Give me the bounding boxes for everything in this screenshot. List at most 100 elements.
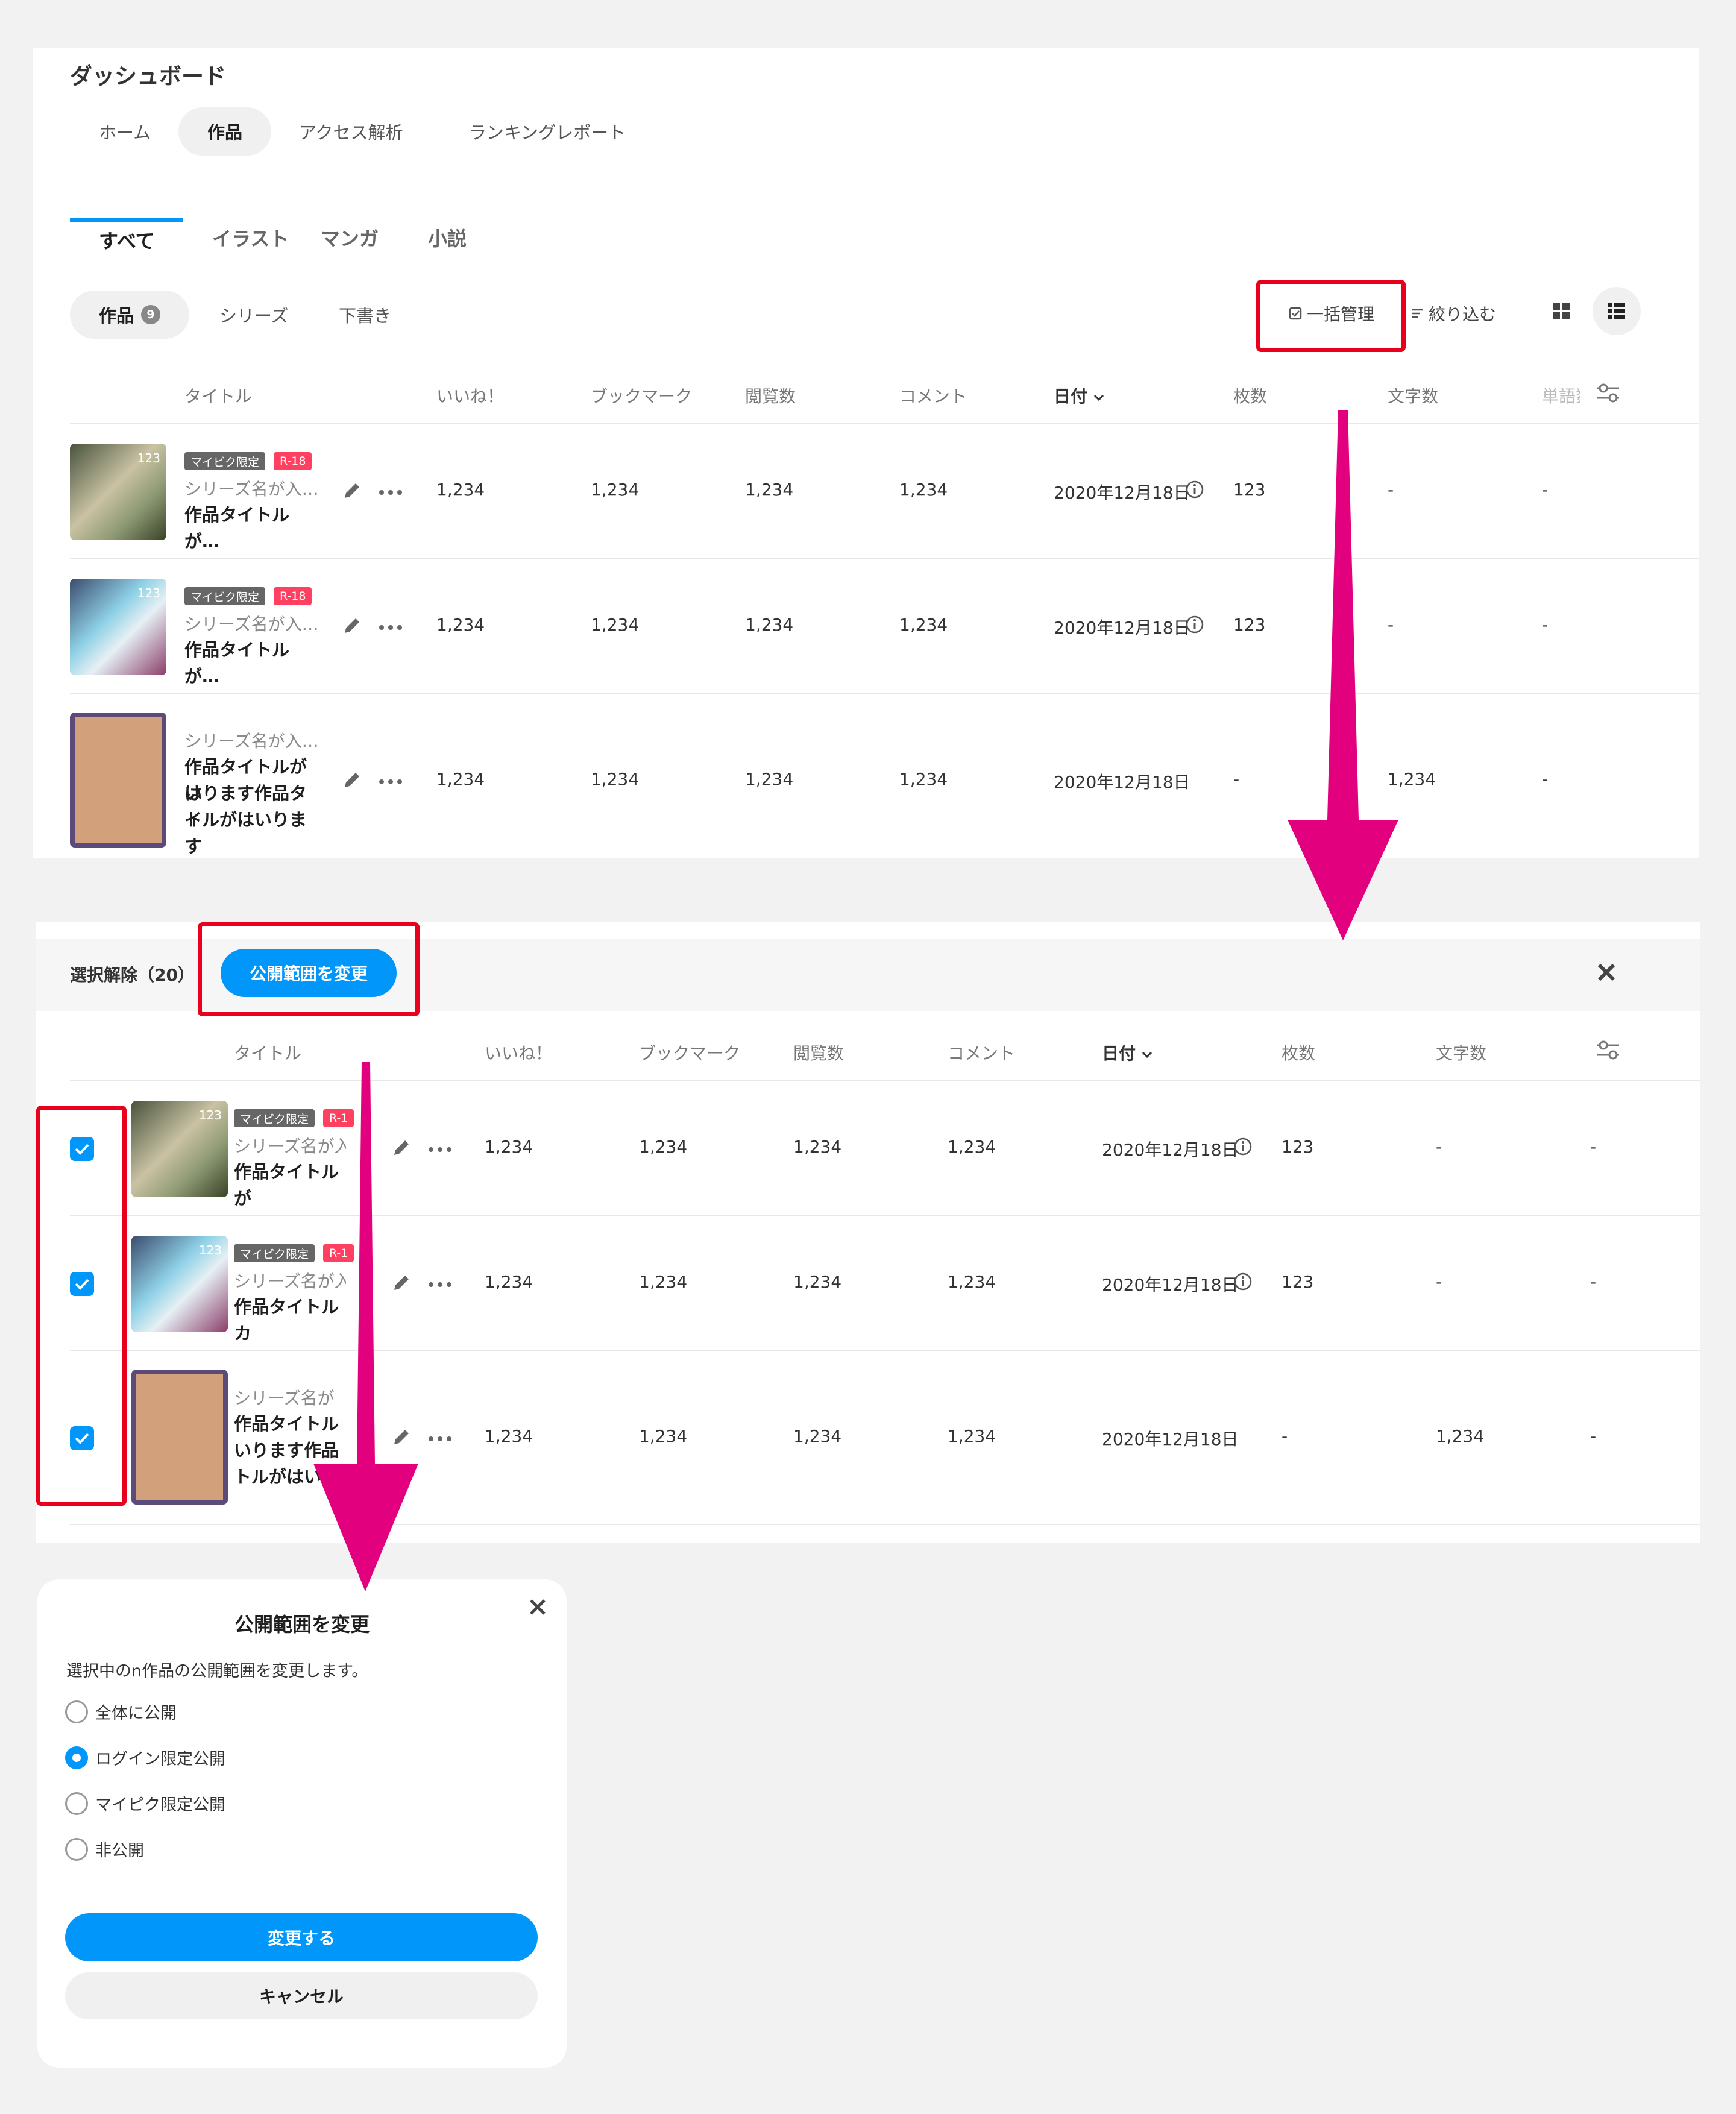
more-icon[interactable] bbox=[428, 1147, 452, 1153]
more-icon[interactable] bbox=[379, 779, 403, 785]
info-icon[interactable] bbox=[1233, 1272, 1253, 1291]
col-views[interactable]: 閲覧数 bbox=[745, 383, 796, 407]
nav-tab-ranking[interactable]: ランキングレポート bbox=[440, 107, 655, 156]
series-name[interactable]: シリーズ名が入… bbox=[184, 611, 317, 635]
col-comments[interactable]: コメント bbox=[948, 1040, 1015, 1065]
nav-tab-home[interactable]: ホーム bbox=[70, 107, 180, 156]
series-name[interactable]: シリーズ名が入… bbox=[184, 728, 317, 752]
modal-description: 選択中のn作品の公開範囲を変更します。 bbox=[66, 1662, 368, 1681]
work-title[interactable]: 作品タイトルが… bbox=[184, 637, 323, 690]
pill-series[interactable]: シリーズ bbox=[190, 291, 318, 339]
col-date[interactable]: 日付 bbox=[1054, 383, 1104, 407]
col-likes[interactable]: いいね！ bbox=[485, 1040, 552, 1065]
work-title-line[interactable]: 作品タイトル bbox=[234, 1411, 351, 1437]
bookmarks-value: 1,234 bbox=[591, 769, 640, 789]
more-icon[interactable] bbox=[428, 1436, 452, 1442]
info-icon[interactable] bbox=[1233, 1137, 1253, 1156]
pill-works[interactable]: 作品 9 bbox=[70, 291, 190, 339]
series-name[interactable]: シリーズ名が入… bbox=[184, 476, 317, 500]
change-visibility-button[interactable]: 公開範囲を変更 bbox=[221, 949, 397, 997]
pencil-icon[interactable] bbox=[342, 770, 362, 790]
chars-value: - bbox=[1436, 1272, 1442, 1292]
col-chars[interactable]: 文字数 bbox=[1388, 383, 1438, 407]
likes-value: 1,234 bbox=[436, 615, 485, 635]
radio-label: 全体に公開 bbox=[95, 1704, 177, 1723]
col-comments[interactable]: コメント bbox=[899, 383, 967, 407]
col-words[interactable]: 単語数 bbox=[1542, 383, 1580, 407]
work-title-line[interactable]: トルがはい bbox=[234, 1464, 351, 1490]
views-value: 1,234 bbox=[793, 1137, 842, 1157]
more-icon[interactable] bbox=[379, 489, 403, 495]
nav-tab-works[interactable]: 作品 bbox=[178, 107, 272, 156]
work-title-line[interactable]: トルがはいります bbox=[184, 807, 323, 858]
info-icon[interactable] bbox=[1185, 615, 1204, 634]
sort-chevron-icon bbox=[1093, 394, 1104, 401]
chars-value: 1,234 bbox=[1436, 1426, 1485, 1446]
row-checkbox[interactable] bbox=[70, 1137, 94, 1161]
pages-value: 123 bbox=[1282, 1272, 1314, 1292]
col-chars[interactable]: 文字数 bbox=[1436, 1040, 1486, 1065]
content-tab-all[interactable]: すべて bbox=[70, 218, 184, 257]
close-icon[interactable] bbox=[528, 1597, 547, 1617]
submit-button[interactable]: 変更する bbox=[65, 1913, 538, 1961]
radio-private[interactable]: 非公開 bbox=[65, 1837, 144, 1861]
filter-label: 絞り込む bbox=[1429, 304, 1497, 324]
col-bookmarks[interactable]: ブックマーク bbox=[591, 383, 692, 407]
comments-value: 1,234 bbox=[948, 1137, 996, 1157]
cancel-button[interactable]: キャンセル bbox=[65, 1972, 538, 2019]
work-thumbnail[interactable]: 123 bbox=[131, 1101, 228, 1197]
series-name[interactable]: シリーズ名が入 bbox=[234, 1268, 346, 1292]
pencil-icon[interactable] bbox=[342, 616, 362, 635]
row-checkbox[interactable] bbox=[70, 1272, 94, 1296]
info-icon[interactable] bbox=[1185, 480, 1204, 499]
radio-login-only[interactable]: ログイン限定公開 bbox=[65, 1746, 225, 1769]
pencil-icon[interactable] bbox=[342, 481, 362, 500]
col-likes[interactable]: いいね！ bbox=[436, 383, 504, 407]
series-name[interactable]: シリーズ名が bbox=[234, 1385, 346, 1409]
col-date-label: 日付 bbox=[1054, 386, 1088, 406]
col-date[interactable]: 日付 bbox=[1102, 1040, 1153, 1065]
row-divider bbox=[70, 558, 1699, 559]
col-bookmarks[interactable]: ブックマーク bbox=[639, 1040, 740, 1065]
content-tab-novel[interactable]: 小説 bbox=[399, 218, 495, 257]
more-icon[interactable] bbox=[379, 624, 403, 631]
work-title[interactable]: 作品タイトルが bbox=[234, 1159, 351, 1212]
pencil-icon[interactable] bbox=[392, 1427, 411, 1447]
pill-drafts[interactable]: 下書き bbox=[310, 291, 420, 339]
row-checkbox[interactable] bbox=[70, 1426, 94, 1450]
work-thumbnail[interactable] bbox=[131, 1370, 228, 1505]
extra-value: - bbox=[1590, 1137, 1597, 1157]
bulk-manage-button[interactable]: 一括管理 bbox=[1289, 301, 1374, 326]
col-views[interactable]: 閲覧数 bbox=[793, 1040, 844, 1065]
deselect-button[interactable]: 選択解除（20） bbox=[70, 962, 195, 986]
filter-button[interactable]: 絞り込む bbox=[1410, 301, 1496, 326]
work-thumbnail[interactable]: 123 bbox=[70, 444, 166, 540]
date-value: 2020年12月18日 bbox=[1054, 483, 1190, 503]
work-thumbnail[interactable]: 123 bbox=[131, 1236, 228, 1332]
radio-public[interactable]: 全体に公開 bbox=[65, 1700, 177, 1723]
col-pages[interactable]: 枚数 bbox=[1282, 1040, 1315, 1065]
column-settings-icon[interactable] bbox=[1596, 382, 1620, 404]
check-icon bbox=[75, 1144, 89, 1155]
pages-value: - bbox=[1233, 769, 1240, 789]
work-title-line[interactable]: いります作品 bbox=[234, 1437, 351, 1464]
work-title[interactable]: 作品タイトルカ bbox=[234, 1294, 351, 1347]
content-tab-manga[interactable]: マンガ bbox=[292, 218, 407, 257]
grid-view-button[interactable] bbox=[1537, 287, 1585, 335]
pencil-icon[interactable] bbox=[392, 1273, 411, 1292]
work-thumbnail[interactable] bbox=[70, 713, 166, 848]
close-icon[interactable] bbox=[1596, 962, 1617, 983]
nav-tab-analytics[interactable]: アクセス解析 bbox=[270, 107, 432, 156]
pill-works-label: 作品 bbox=[99, 306, 134, 326]
more-icon[interactable] bbox=[428, 1282, 452, 1288]
series-name[interactable]: シリーズ名が入 bbox=[234, 1133, 346, 1157]
radio-mypixiv[interactable]: マイピク限定公開 bbox=[65, 1792, 225, 1815]
likes-value: 1,234 bbox=[485, 1137, 533, 1157]
col-pages[interactable]: 枚数 bbox=[1233, 383, 1267, 407]
comments-value: 1,234 bbox=[899, 769, 948, 789]
column-settings-icon[interactable] bbox=[1596, 1039, 1620, 1061]
list-view-button[interactable] bbox=[1593, 287, 1641, 335]
pencil-icon[interactable] bbox=[392, 1138, 411, 1157]
work-title[interactable]: 作品タイトルが… bbox=[184, 502, 323, 555]
work-thumbnail[interactable]: 123 bbox=[70, 579, 166, 675]
